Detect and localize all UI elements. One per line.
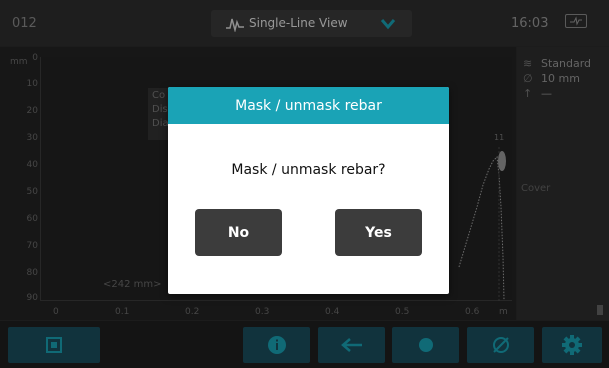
yes-button[interactable]: Yes bbox=[335, 209, 422, 256]
dialog-message: Mask / unmask rebar? bbox=[231, 162, 386, 178]
dialog-title: Mask / unmask rebar bbox=[168, 87, 449, 124]
no-button[interactable]: No bbox=[195, 209, 282, 256]
mask-rebar-dialog: Mask / unmask rebar Mask / unmask rebar?… bbox=[168, 87, 449, 294]
